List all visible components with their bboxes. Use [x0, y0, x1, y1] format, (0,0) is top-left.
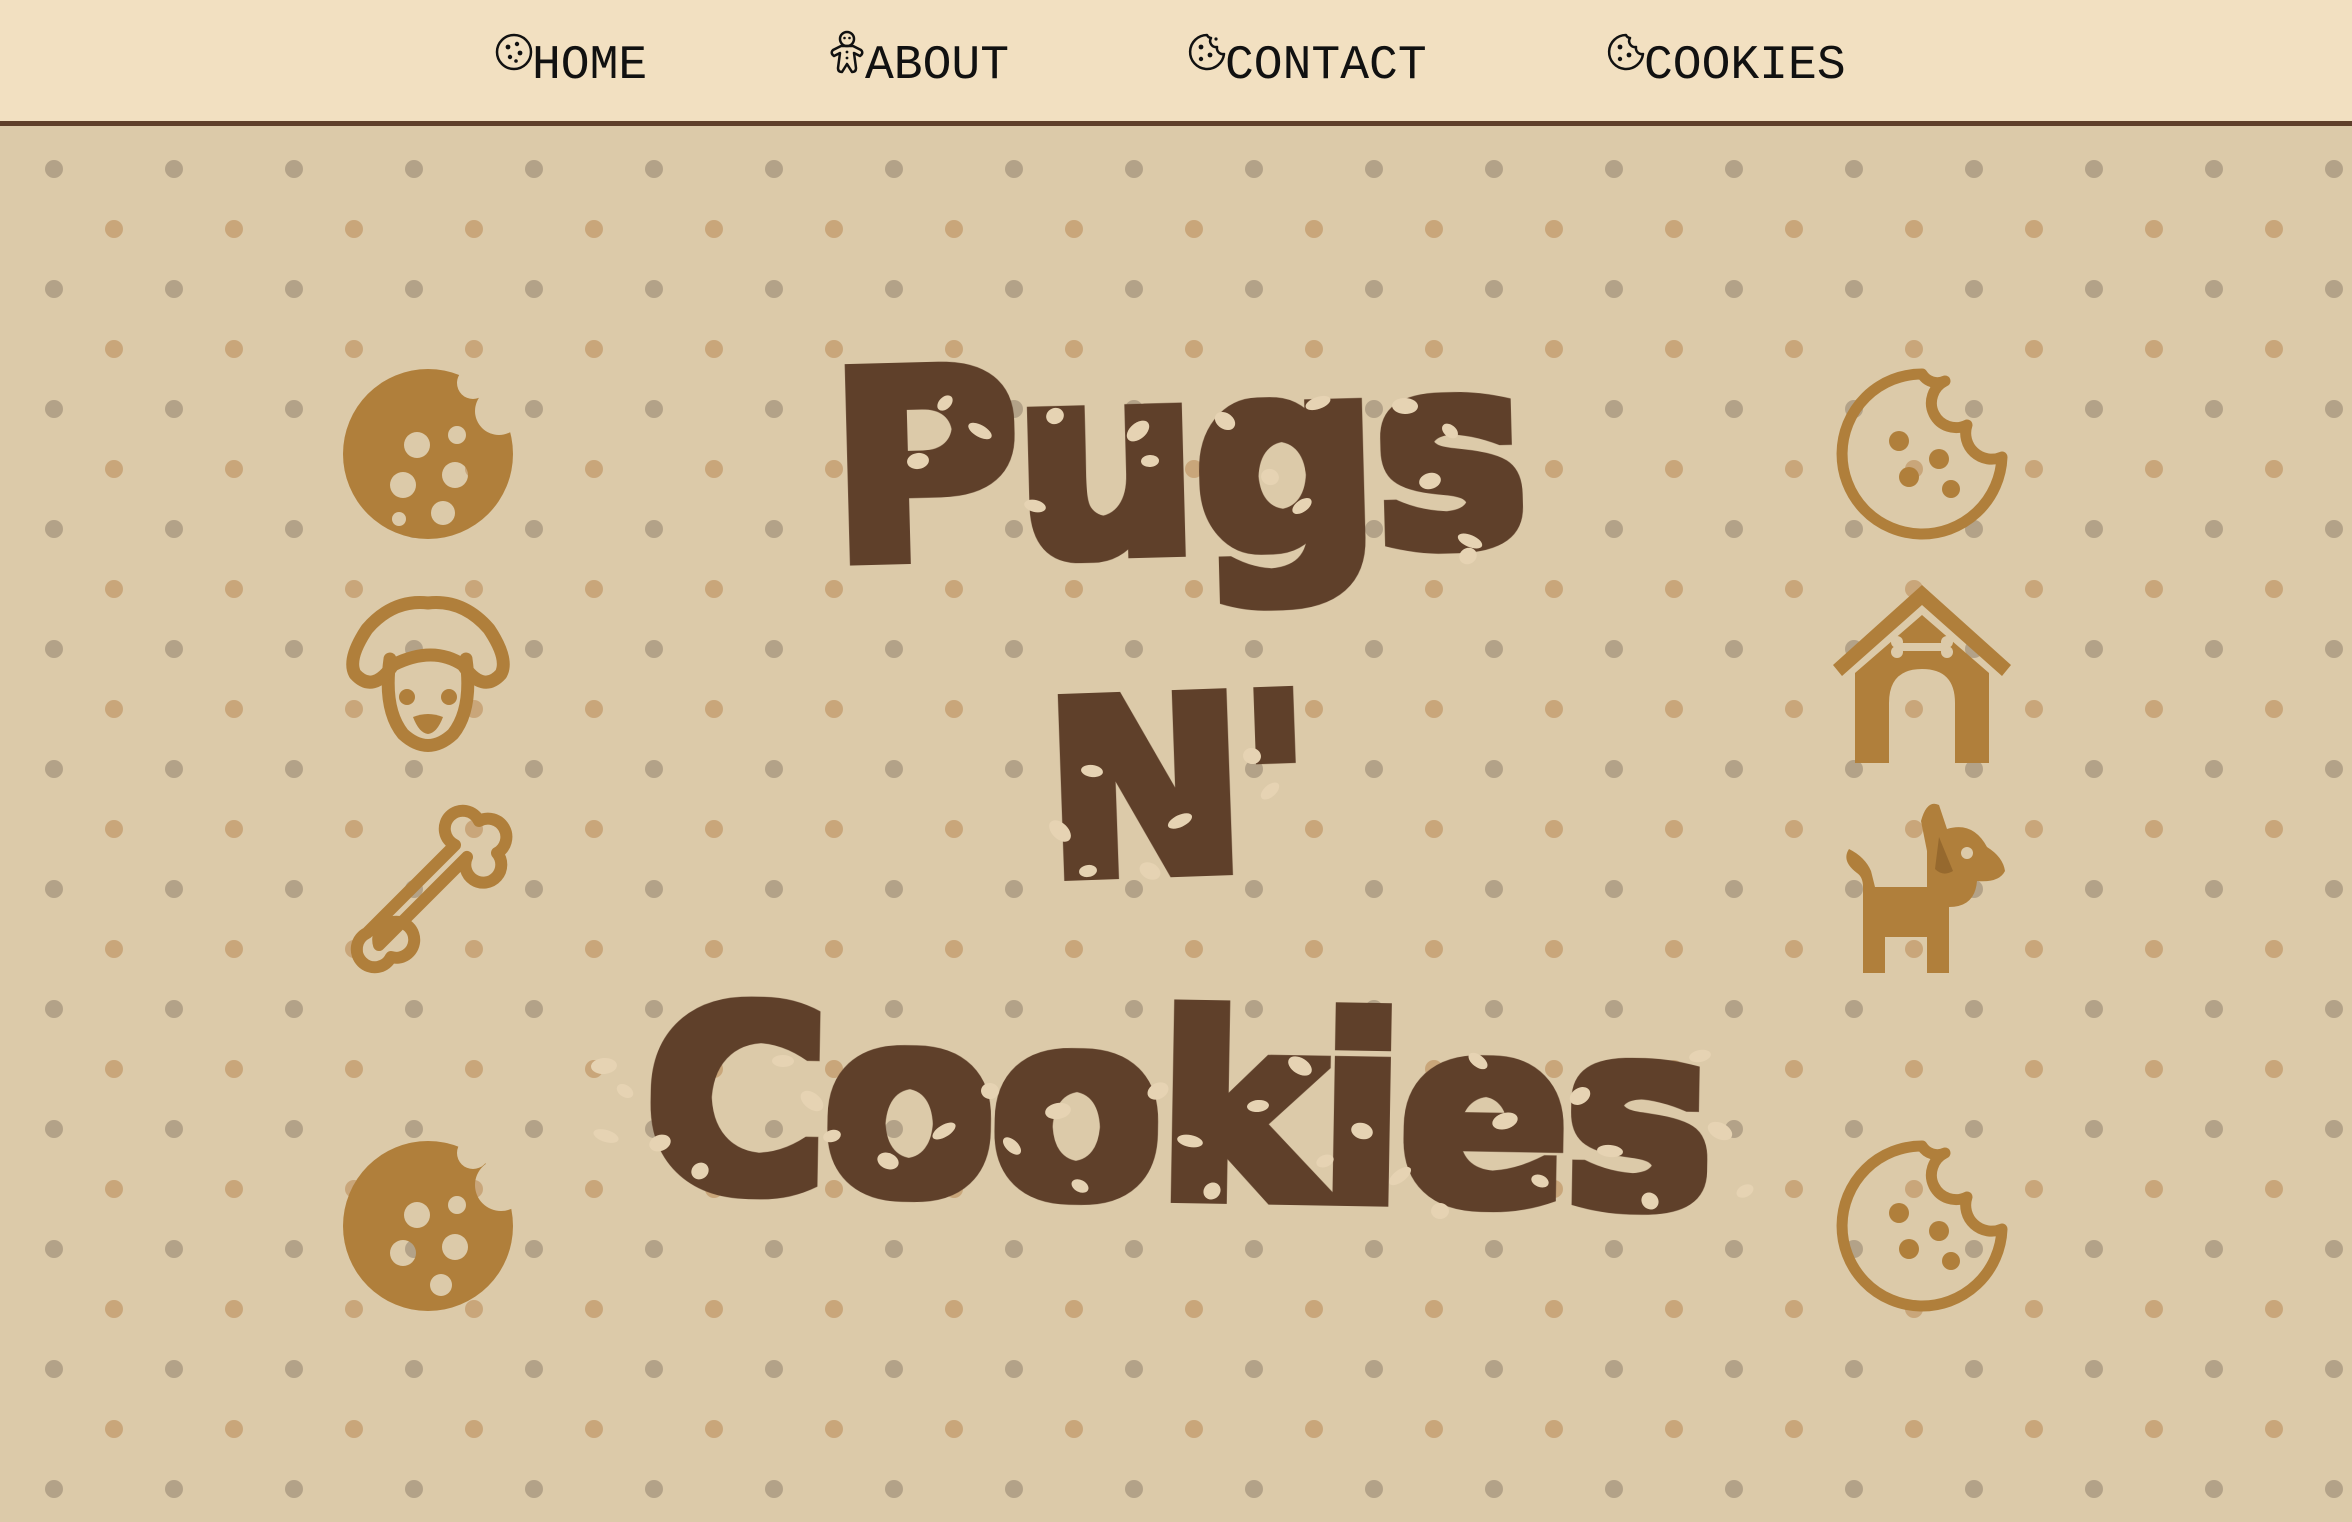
nav-about-link[interactable]: ABOUT	[825, 30, 1009, 90]
cookie-icon	[495, 33, 533, 71]
hero-title: Pugs N' Cookies	[591, 302, 1754, 1267]
cookie-bite-icon	[1607, 33, 1645, 71]
chip-speckle	[593, 1129, 619, 1143]
chip-speckle	[1431, 1203, 1449, 1219]
nav-home-label: HOME	[532, 39, 648, 93]
nav-contact-link[interactable]: CONTACT	[1185, 30, 1427, 90]
chip-speckle	[1707, 1121, 1733, 1141]
nav-cookies-link[interactable]: COOKIES	[1604, 30, 1846, 90]
cookie-bite-icon	[1188, 33, 1226, 71]
chip-speckle	[1736, 1184, 1754, 1198]
nav-home-link[interactable]: HOME	[492, 30, 647, 90]
gingerbread-icon	[830, 30, 864, 74]
title-line-pugs: Pugs	[826, 302, 1526, 622]
chip-speckle	[616, 1083, 634, 1099]
chip-speckle	[591, 1057, 617, 1075]
hero-section: Pugs N' Cookies	[0, 131, 2352, 1522]
top-navbar: HOME ABOUT CONTACT COOKIES	[0, 0, 2352, 126]
title-line-cookies: Cookies	[641, 955, 1710, 1267]
nav-about-label: ABOUT	[865, 39, 1010, 93]
nav-contact-label: CONTACT	[1225, 39, 1427, 93]
nav-cookies-label: COOKIES	[1644, 39, 1846, 93]
